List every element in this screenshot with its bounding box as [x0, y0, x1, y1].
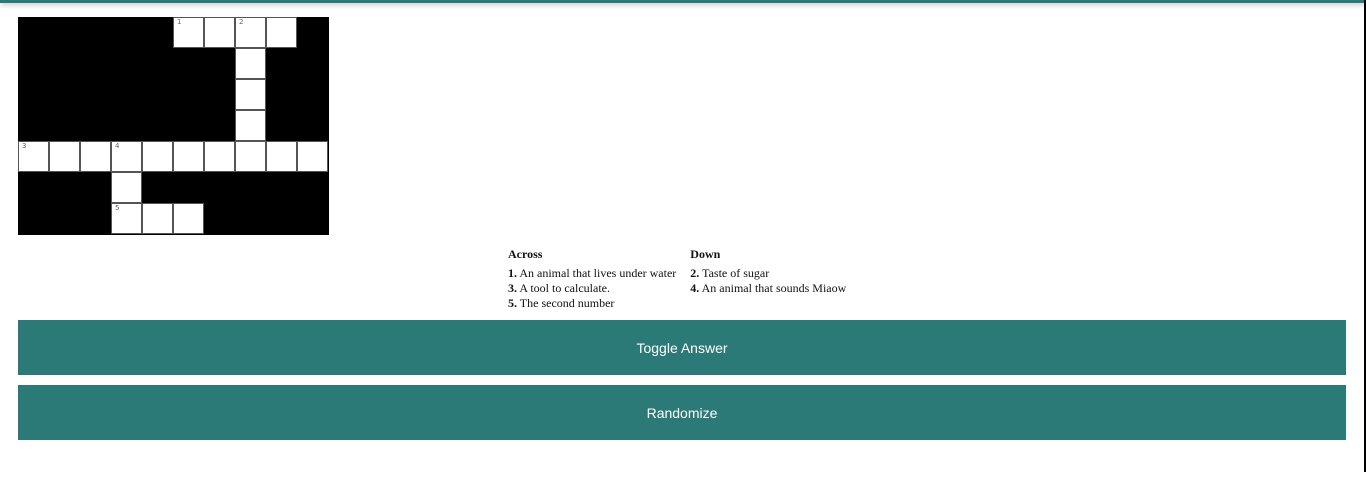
clue-text: The second number: [519, 296, 615, 310]
clue-text: An animal that sounds Miaow: [701, 281, 847, 295]
crossword-cell[interactable]: [266, 141, 297, 172]
clue-text: Taste of sugar: [702, 266, 770, 280]
cell-input[interactable]: [267, 18, 296, 47]
clue-number: 4.: [690, 281, 700, 295]
down-heading: Down: [690, 247, 721, 261]
crossword-grid: 1 2 3 4 5: [18, 17, 329, 235]
crossword-cell[interactable]: 1: [173, 17, 204, 48]
crossword-cell[interactable]: [235, 110, 266, 141]
crossword-cell[interactable]: [142, 141, 173, 172]
clue-item: 2. Taste of sugar: [690, 266, 846, 281]
cell-number: 5: [115, 204, 120, 212]
crossword-cell[interactable]: 4: [111, 141, 142, 172]
crossword-cell[interactable]: [235, 48, 266, 79]
crossword-cell[interactable]: [266, 17, 297, 48]
cell-input[interactable]: [236, 80, 265, 109]
cell-number: 1: [177, 18, 182, 26]
crossword-cell[interactable]: [235, 141, 266, 172]
clue-item: 4. An animal that sounds Miaow: [690, 281, 846, 296]
cell-input[interactable]: [50, 142, 79, 171]
clue-item: 3. A tool to calculate.: [508, 281, 676, 296]
cell-input[interactable]: [267, 142, 296, 171]
clue-number: 2.: [690, 266, 700, 280]
cell-input[interactable]: [143, 142, 172, 171]
crossword-cell[interactable]: [49, 141, 80, 172]
clue-number: 1.: [508, 266, 517, 280]
crossword-cell[interactable]: [142, 203, 173, 234]
crossword-cell[interactable]: [173, 141, 204, 172]
down-clues: Down 2. Taste of sugar 4. An animal that…: [690, 247, 846, 311]
cell-input[interactable]: [205, 18, 234, 47]
top-accent-bar: [0, 0, 1366, 3]
randomize-button[interactable]: Randomize: [18, 385, 1346, 440]
clue-item: 5. The second number: [508, 296, 676, 311]
crossword-cell[interactable]: [235, 79, 266, 110]
cell-input[interactable]: [236, 142, 265, 171]
across-heading: Across: [508, 247, 543, 261]
crossword-cell[interactable]: [204, 17, 235, 48]
clue-item: 1. An animal that lives under water: [508, 266, 676, 281]
across-clues: Across 1. An animal that lives under wat…: [508, 247, 676, 311]
crossword-cell[interactable]: 3: [18, 141, 49, 172]
cell-input[interactable]: [236, 49, 265, 78]
cell-input[interactable]: [298, 142, 327, 171]
cell-input[interactable]: [81, 142, 110, 171]
crossword-cell[interactable]: [173, 203, 204, 234]
clue-text: An animal that lives under water: [519, 266, 677, 280]
crossword-cell[interactable]: [297, 141, 328, 172]
toggle-answer-button[interactable]: Toggle Answer: [18, 320, 1346, 375]
cell-input[interactable]: [174, 142, 203, 171]
clue-number: 3.: [508, 281, 517, 295]
cell-number: 4: [115, 142, 120, 150]
cell-number: 2: [239, 18, 244, 26]
cell-number: 3: [22, 142, 27, 150]
cell-input[interactable]: [174, 204, 203, 233]
crossword-cell[interactable]: 5: [111, 203, 142, 234]
crossword-cell[interactable]: [111, 172, 142, 203]
cell-input[interactable]: [236, 111, 265, 140]
cell-input[interactable]: [205, 142, 234, 171]
clue-text: A tool to calculate.: [519, 281, 610, 295]
crossword-cell[interactable]: [204, 141, 235, 172]
cell-input[interactable]: [112, 173, 141, 202]
cell-input[interactable]: [143, 204, 172, 233]
crossword-cell[interactable]: 2: [235, 17, 266, 48]
crossword-cell[interactable]: [80, 141, 111, 172]
clues-panel: Across 1. An animal that lives under wat…: [508, 247, 846, 311]
clue-number: 5.: [508, 296, 517, 310]
